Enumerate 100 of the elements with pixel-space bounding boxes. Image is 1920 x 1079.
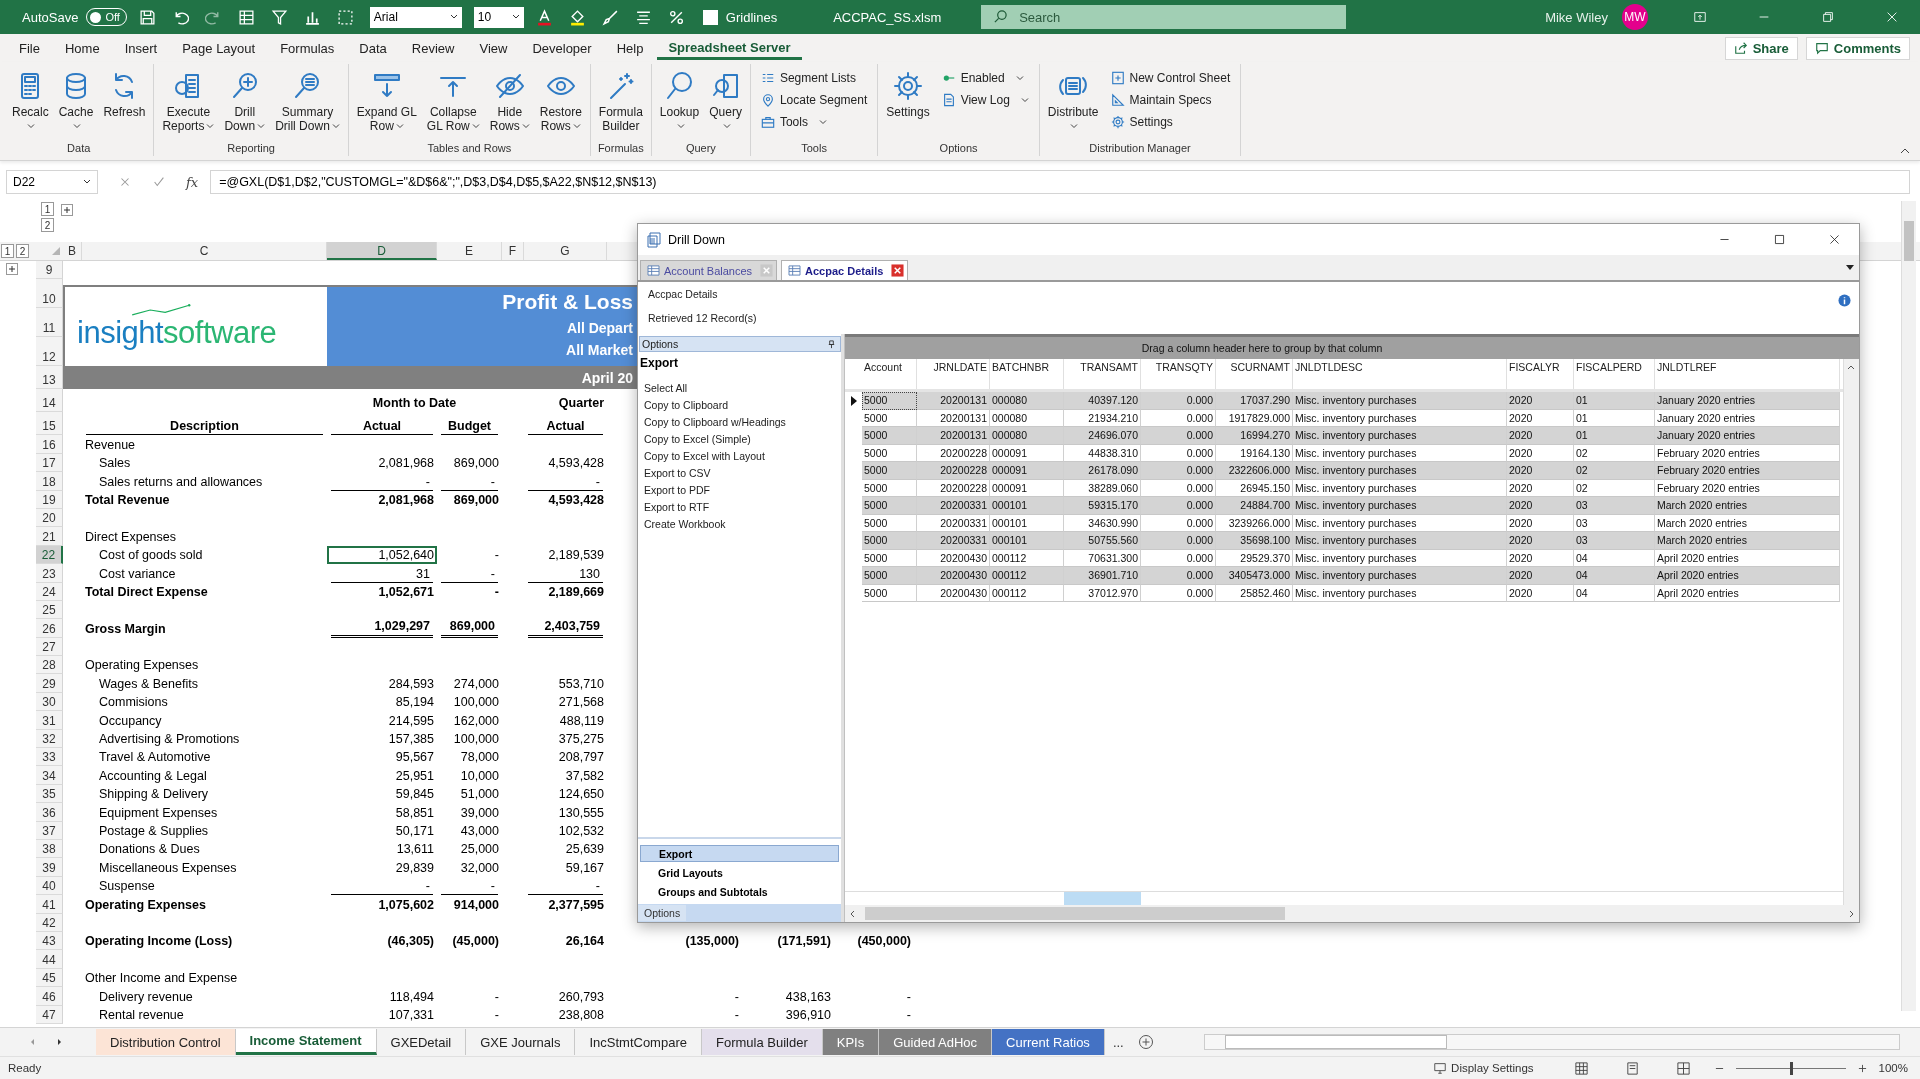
- row-number[interactable]: 13: [36, 366, 63, 390]
- ribbon-button[interactable]: Query: [705, 68, 746, 142]
- close-icon[interactable]: [1885, 10, 1899, 24]
- column-header[interactable]: F: [502, 242, 524, 260]
- ribbon-tab[interactable]: Review: [400, 36, 466, 60]
- ribbon-button[interactable]: Execute Reports: [158, 68, 219, 142]
- export-option[interactable]: Select All: [644, 380, 688, 397]
- options-nav-item[interactable]: Grid Layouts: [640, 864, 839, 881]
- row-number[interactable]: 9: [36, 261, 63, 280]
- ribbon-button[interactable]: Drill Down: [220, 68, 270, 142]
- ribbon-button[interactable]: Hide Rows: [485, 68, 534, 142]
- ribbon-display-icon[interactable]: [1693, 10, 1707, 24]
- row-number[interactable]: 28: [36, 656, 63, 675]
- add-sheet-icon[interactable]: [1137, 1034, 1154, 1050]
- export-option[interactable]: Create Workbook: [644, 516, 726, 533]
- document-tab[interactable]: Accpac Details: [781, 260, 909, 280]
- ribbon-button[interactable]: Segment Lists: [760, 68, 868, 88]
- row-number[interactable]: 26: [36, 619, 63, 638]
- sheet-tab[interactable]: Income Statement: [235, 1029, 377, 1055]
- options-nav-item[interactable]: Export: [640, 845, 839, 862]
- options-tab[interactable]: Options: [638, 905, 687, 921]
- ribbon-tab[interactable]: File: [8, 36, 51, 60]
- percent-icon[interactable]: [667, 8, 685, 26]
- ribbon-button[interactable]: Collapse GL Row: [422, 68, 484, 142]
- display-settings-button[interactable]: Display Settings: [1433, 1061, 1534, 1075]
- row-number[interactable]: 39: [36, 858, 63, 877]
- ribbon-button[interactable]: Formula Builder: [594, 68, 647, 142]
- export-option[interactable]: Copy to Clipboard w/Headings: [644, 414, 786, 431]
- ribbon-tab[interactable]: Data: [348, 36, 398, 60]
- close-icon[interactable]: [1828, 233, 1841, 246]
- outline-level-button[interactable]: 1: [1, 244, 14, 258]
- font-name-field[interactable]: Arial: [369, 6, 462, 28]
- column-header[interactable]: B: [63, 242, 82, 260]
- export-option[interactable]: Export to PDF: [644, 482, 710, 499]
- row-number[interactable]: 29: [36, 674, 63, 693]
- close-icon[interactable]: [891, 264, 905, 277]
- dropdown-icon[interactable]: [1845, 263, 1855, 272]
- horizontal-scrollbar[interactable]: [1203, 1034, 1900, 1050]
- row-number[interactable]: 11: [36, 308, 63, 338]
- row-number[interactable]: 16: [36, 435, 63, 454]
- grid-column-header[interactable]: JNLDTLDESC: [1293, 359, 1507, 389]
- outline-level-button[interactable]: 2: [41, 218, 54, 232]
- ribbon-button[interactable]: Refresh: [99, 68, 150, 142]
- collapse-ribbon-icon[interactable]: [1900, 146, 1910, 156]
- grid-column-header[interactable]: JRNLDATE: [917, 359, 990, 389]
- fill-color-icon[interactable]: [568, 8, 586, 26]
- row-number[interactable]: 44: [36, 950, 63, 969]
- gridlines-checkbox[interactable]: [702, 9, 718, 25]
- grid-column-header[interactable]: BATCHNBR: [990, 359, 1064, 389]
- ribbon-button[interactable]: Maintain Specs: [1110, 90, 1231, 110]
- options-nav-item[interactable]: Groups and Subtotals: [640, 883, 839, 900]
- row-number[interactable]: 41: [36, 895, 63, 914]
- row-number[interactable]: 46: [36, 987, 63, 1006]
- outline-level-button[interactable]: 2: [16, 244, 29, 258]
- export-option[interactable]: Export to RTF: [644, 499, 710, 516]
- ribbon-tab[interactable]: Formulas: [269, 36, 346, 60]
- export-option[interactable]: Copy to Excel (Simple): [644, 431, 751, 448]
- row-number[interactable]: 18: [36, 472, 63, 491]
- font-color-icon[interactable]: [535, 8, 553, 26]
- outline-level-button[interactable]: 1: [41, 202, 54, 216]
- row-number[interactable]: 12: [36, 337, 63, 367]
- ribbon-button[interactable]: Summary Drill Down: [271, 68, 344, 142]
- sheet-tab[interactable]: KPIs: [822, 1029, 880, 1055]
- vertical-scrollbar[interactable]: [1843, 359, 1859, 905]
- grid-column-header[interactable]: TRANSAMT: [1064, 359, 1141, 389]
- user-avatar[interactable]: MW: [1622, 4, 1648, 30]
- ribbon-button[interactable]: Lookup: [655, 68, 704, 142]
- row-number[interactable]: 14: [36, 389, 63, 413]
- sheet-tab[interactable]: Distribution Control: [96, 1029, 236, 1055]
- page-break-icon[interactable]: [1675, 1060, 1691, 1076]
- grid-column-header[interactable]: Account: [862, 359, 917, 389]
- column-header[interactable]: E: [437, 242, 502, 260]
- more-sheets[interactable]: ...: [1112, 1034, 1124, 1050]
- ribbon-button[interactable]: Cache: [54, 68, 98, 142]
- info-icon[interactable]: [1838, 294, 1851, 307]
- row-number[interactable]: 36: [36, 803, 63, 822]
- column-header[interactable]: D: [327, 242, 437, 260]
- grid-column-header[interactable]: FISCALYR: [1507, 359, 1574, 389]
- grid-column-header[interactable]: FISCALPERD: [1574, 359, 1655, 389]
- insert-function-button[interactable]: fx: [186, 174, 199, 190]
- ribbon-tab[interactable]: View: [468, 36, 519, 60]
- row-number[interactable]: 34: [36, 766, 63, 785]
- form-icon[interactable]: [237, 8, 255, 26]
- align-icon[interactable]: [634, 8, 652, 26]
- sheet-tab[interactable]: Formula Builder: [702, 1029, 823, 1055]
- ribbon-button[interactable]: Settings: [1110, 112, 1231, 132]
- sheet-tab[interactable]: Current Ratios: [992, 1029, 1105, 1055]
- row-number[interactable]: 33: [36, 748, 63, 767]
- zoom-level[interactable]: 100%: [1878, 1062, 1908, 1074]
- expand-icon[interactable]: [61, 204, 73, 216]
- maximize-icon[interactable]: [1773, 233, 1786, 246]
- expand-icon[interactable]: [6, 263, 18, 275]
- grid-column-header[interactable]: TRANSQTY: [1141, 359, 1216, 389]
- export-option[interactable]: Export to CSV: [644, 465, 711, 482]
- file-name[interactable]: ACCPAC_SS.xlsm: [833, 9, 954, 25]
- name-box[interactable]: D22: [6, 170, 98, 194]
- ribbon-button[interactable]: Restore Rows: [535, 68, 586, 142]
- ribbon-button[interactable]: Recalc: [8, 68, 53, 142]
- ribbon-tab[interactable]: Page Layout: [171, 36, 267, 60]
- grid-column-header[interactable]: SCURNAMT: [1216, 359, 1293, 389]
